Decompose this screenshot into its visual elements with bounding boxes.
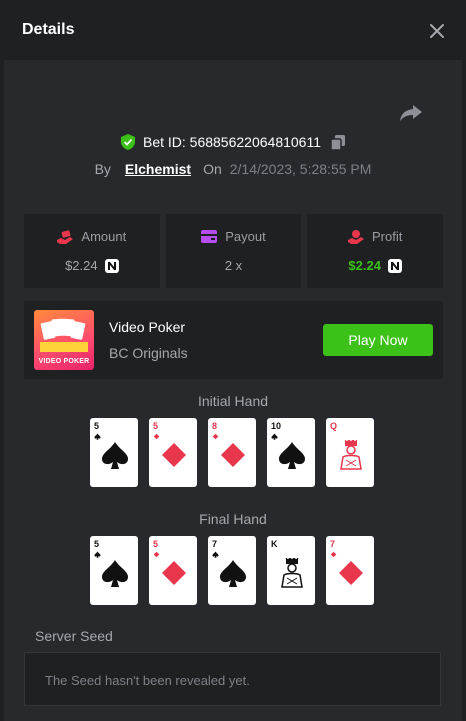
card-rank: 10 [271, 421, 282, 431]
card-rank: 7 [330, 539, 336, 549]
wallet-hand-icon [57, 229, 74, 244]
profit-label: Profit [372, 229, 403, 244]
stat-payout: Payout 2 x [165, 214, 302, 288]
spades-icon [220, 560, 246, 587]
diamonds-icon [221, 443, 245, 467]
diamonds-icon [162, 561, 186, 585]
playing-card: 5 [149, 536, 197, 605]
card-wallet-icon [201, 230, 218, 243]
spades-icon [102, 442, 128, 469]
playing-card: Q [326, 418, 374, 487]
money-hand-icon [348, 229, 364, 244]
playing-card: 10 [267, 418, 315, 487]
card-rank: Q [330, 421, 338, 431]
playing-card: K [267, 536, 315, 605]
stats-row: Amount $2.24 Payout 2 x Profit $2.24 [24, 214, 444, 288]
modal-header: Details [0, 0, 466, 60]
on-label: On [203, 161, 222, 177]
diamonds-icon [162, 443, 186, 467]
server-seed-placeholder: The Seed hasn't been revealed yet. [45, 673, 250, 688]
card-rank: 8 [212, 421, 218, 431]
amount-value: $2.24 [65, 258, 98, 273]
user-link[interactable]: Elchemist [125, 161, 191, 177]
initial-hand-label: Initial Hand [197, 393, 269, 409]
playing-card: 5 [90, 418, 138, 487]
card-rank: 5 [153, 539, 159, 549]
shield-check-icon [120, 134, 135, 150]
game-provider: BC Originals [109, 345, 188, 361]
payout-value: 2 x [224, 258, 243, 273]
spades-icon [102, 560, 128, 587]
server-seed-label: Server Seed [35, 628, 113, 644]
bet-meta-row: By Elchemist On 2/14/2023, 5:28:55 PM [0, 159, 466, 179]
bet-id: Bet ID: 56885622064810611 [142, 134, 321, 150]
diamonds-icon [339, 561, 363, 585]
playing-card: 7 [208, 536, 256, 605]
coin-icon [387, 258, 402, 273]
stat-profit: Profit $2.24 [307, 214, 444, 288]
initial-hand: 5 5 8 10 Q [90, 418, 376, 487]
game-thumbnail[interactable]: VIDEO POKER [34, 310, 94, 370]
profit-value: $2.24 [348, 258, 381, 273]
coin-icon [104, 258, 119, 273]
game-card: VIDEO POKER Video Poker BC Originals Pla… [24, 301, 443, 379]
card-rank: 7 [212, 539, 218, 549]
playing-card: 8 [208, 418, 256, 487]
bet-id-row: Bet ID: 56885622064810611 [0, 132, 466, 152]
thumb-text: VIDEO POKER [38, 358, 90, 365]
playing-card: 7 [326, 536, 374, 605]
play-now-button[interactable]: Play Now [323, 324, 433, 356]
spades-icon [279, 442, 305, 469]
amount-label: Amount [81, 229, 127, 244]
card-rank: K [271, 539, 278, 549]
copy-icon[interactable] [331, 134, 345, 150]
server-seed-box: The Seed hasn't been revealed yet. [24, 652, 441, 706]
final-hand-label: Final Hand [199, 511, 267, 527]
modal-title: Details [22, 21, 75, 38]
close-icon[interactable] [426, 20, 448, 42]
cards-fan-icon [40, 318, 88, 352]
game-name: Video Poker [109, 319, 186, 335]
bet-date: 2/14/2023, 5:28:55 PM [229, 161, 372, 177]
stat-amount: Amount $2.24 [24, 214, 160, 288]
final-hand: 5 5 7 K 7 [90, 536, 376, 605]
by-label: By [94, 161, 111, 177]
card-rank: 5 [94, 421, 100, 431]
playing-card: 5 [90, 536, 138, 605]
payout-label: Payout [225, 229, 266, 244]
share-icon[interactable] [398, 103, 424, 123]
playing-card: 5 [149, 418, 197, 487]
card-rank: 5 [94, 539, 100, 549]
card-rank: 5 [153, 421, 159, 431]
